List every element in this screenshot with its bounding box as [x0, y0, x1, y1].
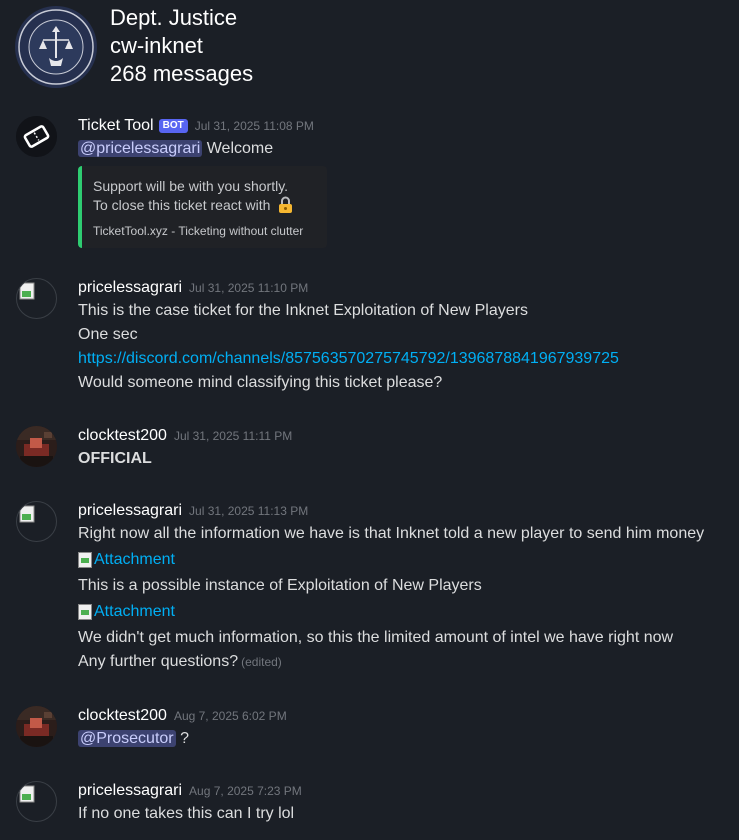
timestamp: Jul 31, 2025 11:11 PM — [173, 429, 293, 443]
attachment[interactable]: Attachment — [78, 598, 729, 626]
timestamp: Jul 31, 2025 11:13 PM — [189, 504, 309, 518]
timestamp: Aug 7, 2025 7:23 PM — [189, 784, 302, 798]
embed-line: To close this ticket react with — [93, 197, 271, 213]
attachment-label[interactable]: Attachment — [94, 551, 175, 569]
message-text: We didn't get much information, so this … — [78, 629, 674, 646]
bot-badge: BOT — [158, 119, 188, 133]
channel-name: cw-inknet — [110, 33, 203, 58]
message-text: Welcome — [206, 140, 274, 157]
avatar[interactable] — [16, 781, 57, 822]
embed-footer: TicketTool.xyz - Ticketing without clutt… — [93, 224, 304, 238]
message-text: Any further questions? — [78, 653, 239, 670]
embed-line: Support will be with you shortly. — [93, 178, 289, 194]
attachment-label[interactable]: Attachment — [94, 603, 175, 621]
avatar[interactable] — [16, 706, 57, 747]
avatar[interactable] — [16, 278, 57, 319]
broken-image-icon — [19, 785, 35, 803]
broken-image-icon — [19, 282, 35, 300]
avatar[interactable] — [16, 426, 57, 467]
timestamp: Jul 31, 2025 11:10 PM — [189, 281, 309, 295]
broken-image-icon — [78, 604, 92, 620]
role-mention[interactable]: @Prosecutor — [78, 730, 176, 747]
message-text: This is a possible instance of Exploitat… — [78, 577, 482, 594]
message-text: OFFICIAL — [78, 450, 152, 467]
attachment[interactable]: Attachment — [78, 546, 729, 574]
user-avatar-image — [16, 426, 57, 467]
edited-marker: (edited) — [241, 655, 282, 669]
guild-name: Dept. Justice — [110, 5, 238, 30]
timestamp: Jul 31, 2025 11:08 PM — [194, 119, 314, 133]
author-name[interactable]: pricelessagrari — [78, 502, 182, 519]
user-avatar-image — [16, 706, 57, 747]
ticket-icon — [16, 116, 57, 157]
message-count: 268 messages — [110, 61, 254, 86]
message-text: If no one takes this can I try lol — [78, 805, 295, 822]
broken-image-icon — [78, 552, 92, 568]
avatar[interactable] — [16, 501, 57, 542]
message-text: One sec — [78, 326, 138, 343]
broken-image-icon — [19, 505, 35, 523]
message-text: Right now all the information we have is… — [78, 525, 705, 542]
message-text: This is the case ticket for the Inknet E… — [78, 302, 528, 319]
message-text: Would someone mind classifying this tick… — [78, 374, 443, 391]
author-name[interactable]: clocktest200 — [78, 707, 167, 724]
author-name[interactable]: clocktest200 — [78, 427, 167, 444]
avatar[interactable] — [16, 116, 57, 157]
author-name[interactable]: pricelessagrari — [78, 782, 182, 799]
channel-link[interactable]: https://discord.com/channels/85756357027… — [78, 350, 619, 367]
author-name[interactable]: Ticket Tool — [78, 117, 154, 134]
welcome-embed: Support will be with you shortly. To clo… — [78, 166, 327, 248]
message-text: ? — [180, 730, 189, 747]
timestamp: Aug 7, 2025 6:02 PM — [173, 709, 287, 723]
guild-seal-icon — [15, 6, 97, 88]
user-mention[interactable]: @pricelessagrari — [78, 140, 203, 157]
lock-icon — [279, 196, 293, 213]
author-name[interactable]: pricelessagrari — [78, 279, 182, 296]
